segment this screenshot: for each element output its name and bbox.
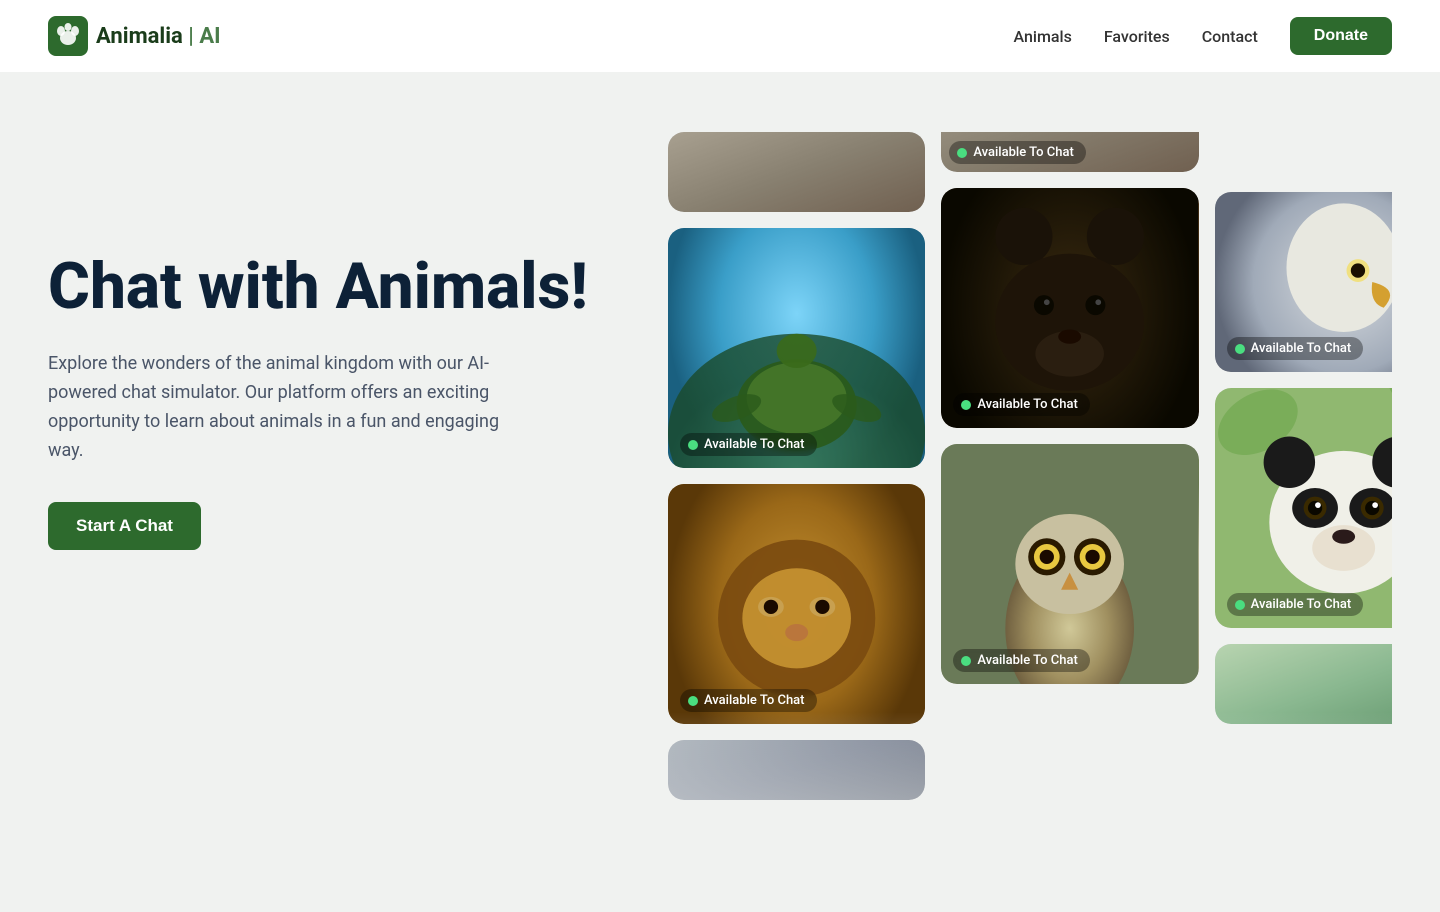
status-dot: [1235, 600, 1245, 610]
animal-grid: Available To Chat: [628, 132, 1392, 912]
animal-card-eagle[interactable]: Available To Chat: [1215, 192, 1392, 372]
status-text: Available To Chat: [704, 693, 805, 708]
status-text: Available To Chat: [973, 145, 1074, 160]
nav-animals[interactable]: Animals: [1014, 27, 1072, 46]
animal-card-bear[interactable]: Available To Chat: [941, 188, 1198, 428]
animal-card-bottom-partial-2[interactable]: [1215, 644, 1392, 724]
status-text: Available To Chat: [977, 653, 1078, 668]
status-badge-owl: Available To Chat: [953, 649, 1090, 672]
status-dot: [961, 656, 971, 666]
status-dot: [961, 400, 971, 410]
site-header: Animalia | AI Animals Favorites Contact …: [0, 0, 1440, 72]
status-badge-panda: Available To Chat: [1227, 593, 1364, 616]
animal-card-bottom-partial-1[interactable]: [668, 740, 925, 800]
grid-columns: Available To Chat: [668, 132, 1392, 800]
status-text: Available To Chat: [1251, 341, 1352, 356]
hero-section: Chat with Animals! Explore the wonders o…: [48, 132, 628, 550]
status-badge-eagle: Available To Chat: [1227, 337, 1364, 360]
status-badge-fox: Available To Chat: [949, 141, 1086, 164]
status-text: Available To Chat: [1251, 597, 1352, 612]
hero-heading: Chat with Animals!: [48, 252, 628, 322]
grid-col-3: Available To Chat: [1215, 192, 1392, 800]
status-dot: [688, 696, 698, 706]
animal-card-lion[interactable]: Available To Chat: [668, 484, 925, 724]
main-nav: Animals Favorites Contact Donate: [1014, 17, 1392, 55]
main-content: Chat with Animals! Explore the wonders o…: [0, 72, 1440, 912]
status-text: Available To Chat: [977, 397, 1078, 412]
status-badge-lion: Available To Chat: [680, 689, 817, 712]
hero-description: Explore the wonders of the animal kingdo…: [48, 350, 528, 465]
status-dot: [688, 440, 698, 450]
animal-card-panda[interactable]: Available To Chat: [1215, 388, 1392, 628]
logo-icon: [48, 16, 88, 56]
grid-col-2: Available To Chat: [941, 132, 1198, 800]
logo[interactable]: Animalia | AI: [48, 16, 221, 56]
nav-contact[interactable]: Contact: [1202, 27, 1258, 46]
status-badge-bear: Available To Chat: [953, 393, 1090, 416]
animal-card-partial-fox[interactable]: Available To Chat: [941, 132, 1198, 172]
donate-button[interactable]: Donate: [1290, 17, 1392, 55]
logo-text: Animalia | AI: [96, 24, 221, 49]
start-chat-button[interactable]: Start A Chat: [48, 502, 201, 550]
status-badge-turtle: Available To Chat: [680, 433, 817, 456]
animal-card-partial-top[interactable]: [668, 132, 925, 212]
status-text: Available To Chat: [704, 437, 805, 452]
animal-card-owl[interactable]: Available To Chat: [941, 444, 1198, 684]
nav-favorites[interactable]: Favorites: [1104, 27, 1170, 46]
status-dot: [1235, 344, 1245, 354]
status-dot: [957, 148, 967, 158]
grid-col-1: Available To Chat: [668, 132, 925, 800]
animal-card-turtle[interactable]: Available To Chat: [668, 228, 925, 468]
